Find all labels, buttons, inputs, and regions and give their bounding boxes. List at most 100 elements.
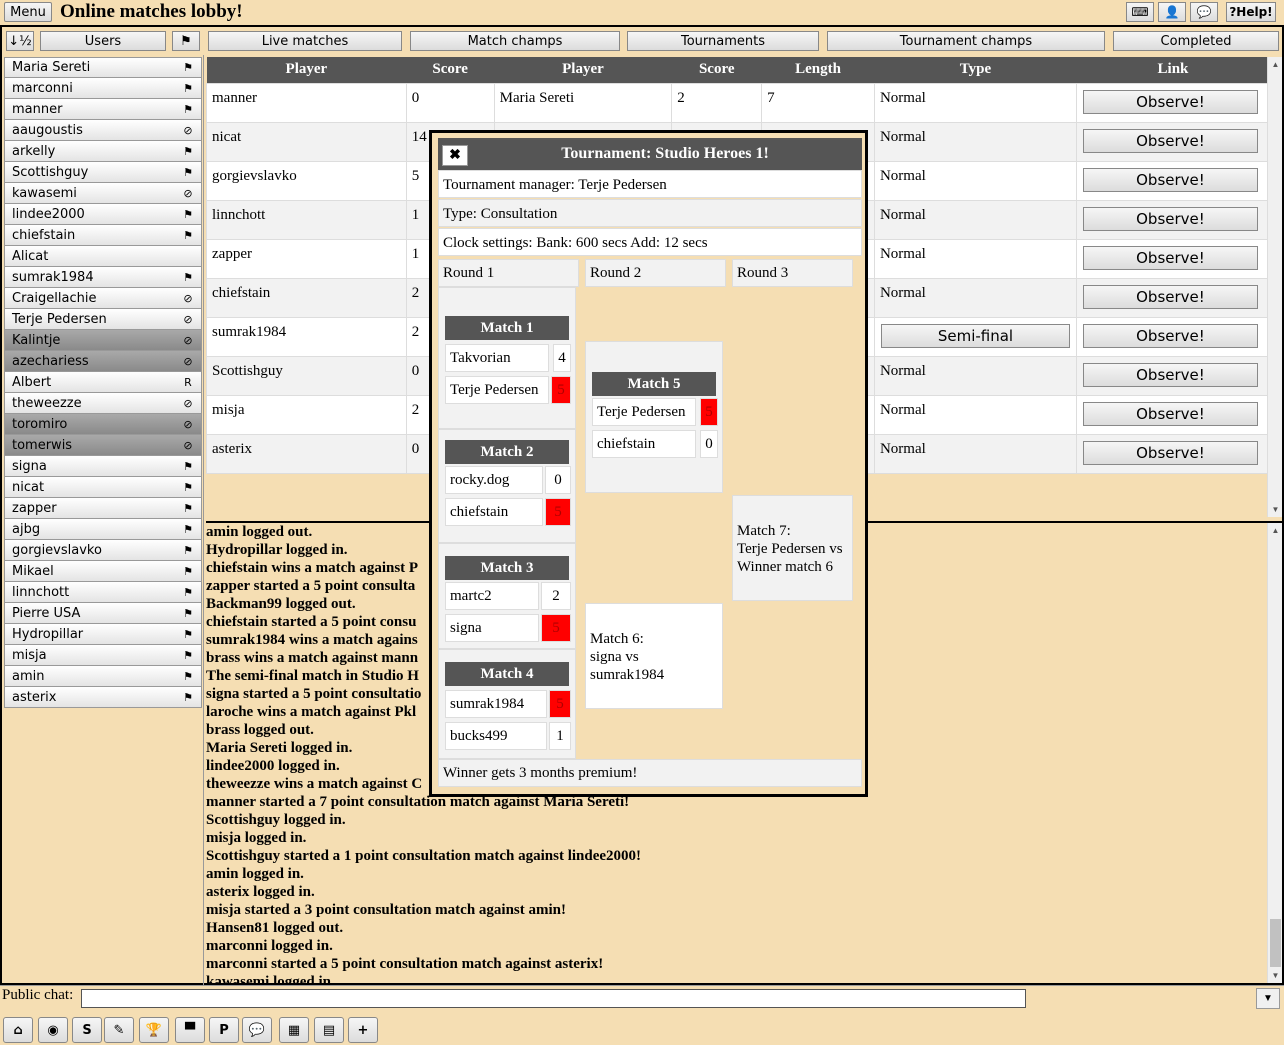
menu-button[interactable]: Menu [4, 2, 52, 22]
user-item[interactable]: asterix ⚑ [4, 687, 202, 708]
user-item[interactable]: gorgievslavko ⚑ [4, 540, 202, 561]
user-item[interactable]: Mikael ⚑ [4, 561, 202, 582]
log-line: marconni started a 5 point consultation … [206, 956, 604, 972]
tab-tournaments[interactable]: Tournaments [627, 31, 819, 51]
observe-button[interactable]: Observe! [1082, 128, 1258, 153]
user-item[interactable]: Craigellachie ⊘ [4, 288, 202, 309]
flag-icon: ⚑ [183, 228, 193, 242]
user-item[interactable]: Scottishguy ⚑ [4, 162, 202, 183]
no-entry-icon: ⊘ [183, 354, 193, 368]
scroll-down-icon[interactable]: ▼ [1268, 968, 1283, 983]
bracket-player: chiefstain [592, 430, 696, 458]
user-item[interactable]: tomerwis ⊘ [4, 435, 202, 456]
chat-icon[interactable]: 💬 [1190, 2, 1218, 22]
user-item[interactable]: ajbg ⚑ [4, 519, 202, 540]
observe-button[interactable]: Observe! [1082, 167, 1258, 192]
edit-icon[interactable]: ✎ [104, 1017, 134, 1043]
keyboard-icon[interactable]: ⌨ [1126, 2, 1154, 22]
semi-final-button[interactable]: Semi-final [880, 323, 1070, 348]
user-item[interactable]: signa ⚑ [4, 456, 202, 477]
observe-button[interactable]: Observe! [1082, 206, 1258, 231]
user-item[interactable]: chiefstain ⚑ [4, 225, 202, 246]
user-name: kawasemi [12, 185, 77, 201]
bracket-score: 5 [541, 614, 571, 642]
log-scrollbar[interactable]: ▲ ▼ [1267, 523, 1282, 983]
no-entry-icon: ⊘ [183, 438, 193, 452]
observe-button[interactable]: Observe! [1082, 323, 1258, 348]
user-item[interactable]: toromiro ⊘ [4, 414, 202, 435]
length-cell: 7 [761, 82, 875, 123]
table-icon[interactable]: ▤ [314, 1017, 344, 1043]
user-item[interactable]: amin ⚑ [4, 666, 202, 687]
user-item[interactable]: misja ⚑ [4, 645, 202, 666]
flag-icon: ⚑ [183, 459, 193, 473]
clock-settings: Clock settings: Bank: 600 secs Add: 12 s… [438, 228, 862, 256]
match-box: Match 5 Terje Pedersen 5 chiefstain 0 [585, 341, 723, 493]
table-scrollbar[interactable]: ▲ ▼ [1267, 57, 1282, 517]
player1-cell: gorgievslavko [206, 160, 407, 201]
bracket-player: Terje Pedersen [592, 398, 696, 426]
sort-button[interactable]: ↓½ [6, 31, 34, 51]
chat-input[interactable] [81, 989, 1026, 1008]
user-item[interactable]: Kalintje ⊘ [4, 330, 202, 351]
user-name: Albert [12, 374, 52, 390]
scroll-down-icon[interactable]: ▼ [1268, 502, 1283, 517]
user-item[interactable]: kawasemi ⊘ [4, 183, 202, 204]
s-icon[interactable]: S [72, 1017, 102, 1043]
user-item[interactable]: Alicat [4, 246, 202, 267]
scroll-up-icon[interactable]: ▲ [1268, 523, 1283, 538]
observe-button[interactable]: Observe! [1082, 401, 1258, 426]
help-button[interactable]: ?Help! [1226, 2, 1276, 22]
flag-filter-icon[interactable]: ⚑ [172, 31, 200, 51]
user-item[interactable]: Maria Sereti ⚑ [4, 57, 202, 78]
user-icon[interactable]: 👤 [1158, 2, 1186, 22]
user-item[interactable]: theweezze ⊘ [4, 393, 202, 414]
bracket-player: signa [445, 614, 539, 642]
user-item[interactable]: arkelly ⚑ [4, 141, 202, 162]
p-icon[interactable]: P [209, 1017, 239, 1043]
user-item[interactable]: linnchott ⚑ [4, 582, 202, 603]
scroll-up-icon[interactable]: ▲ [1268, 57, 1283, 72]
user-item[interactable]: Albert R [4, 372, 202, 393]
flag-icon: ⚑ [183, 61, 193, 74]
observe-button[interactable]: Observe! [1082, 245, 1258, 270]
observe-button[interactable]: Observe! [1082, 362, 1258, 387]
page-title: Online matches lobby! [60, 1, 243, 22]
user-item[interactable]: sumrak1984 ⚑ [4, 267, 202, 288]
user-item[interactable]: aaugoustis ⊘ [4, 120, 202, 141]
user-item[interactable]: Terje Pedersen ⊘ [4, 309, 202, 330]
chevron-down-icon[interactable]: ▼ [1256, 988, 1280, 1009]
home-icon[interactable]: ⌂ [3, 1017, 33, 1043]
observe-button[interactable]: Observe! [1082, 440, 1258, 465]
user-item[interactable]: azechariess ⊘ [4, 351, 202, 372]
tab-completed[interactable]: Completed [1113, 31, 1279, 51]
match-box: Match 4 sumrak1984 5 bucks499 1 [438, 649, 576, 759]
eye-icon[interactable]: ◉ [38, 1017, 68, 1043]
bracket-score: 5 [549, 690, 571, 718]
trophy-icon[interactable]: 🏆 [139, 1017, 169, 1043]
box-icon[interactable]: ▀ [175, 1017, 205, 1043]
user-item[interactable]: lindee2000 ⚑ [4, 204, 202, 225]
flag-icon: ⚑ [183, 81, 193, 95]
user-item[interactable]: Hydropillar ⚑ [4, 624, 202, 645]
tab-match-champs[interactable]: Match champs [410, 31, 620, 51]
close-icon[interactable]: ✖ [442, 145, 468, 166]
scroll-thumb[interactable] [1270, 919, 1281, 967]
player2-cell: Maria Sereti [493, 82, 673, 123]
observe-button[interactable]: Observe! [1082, 89, 1258, 114]
film-icon[interactable]: ▦ [279, 1017, 309, 1043]
user-item[interactable]: nicat ⚑ [4, 477, 202, 498]
tab-tournament-champs[interactable]: Tournament champs [827, 31, 1105, 51]
observe-button[interactable]: Observe! [1082, 284, 1258, 309]
tab-users[interactable]: Users [40, 31, 166, 51]
user-item[interactable]: zapper ⚑ [4, 498, 202, 519]
match-label: Match 7: [737, 523, 791, 539]
plus-icon[interactable]: + [348, 1017, 378, 1043]
user-item[interactable]: manner ⚑ [4, 99, 202, 120]
user-item[interactable]: Pierre USA ⚑ [4, 603, 202, 624]
chat-icon[interactable]: 💬 [242, 1017, 272, 1043]
user-item[interactable]: marconni ⚑ [4, 78, 202, 99]
type-cell: Normal [873, 277, 1077, 318]
link-cell: Observe! [1075, 160, 1271, 201]
tab-live-matches[interactable]: Live matches [208, 31, 402, 51]
